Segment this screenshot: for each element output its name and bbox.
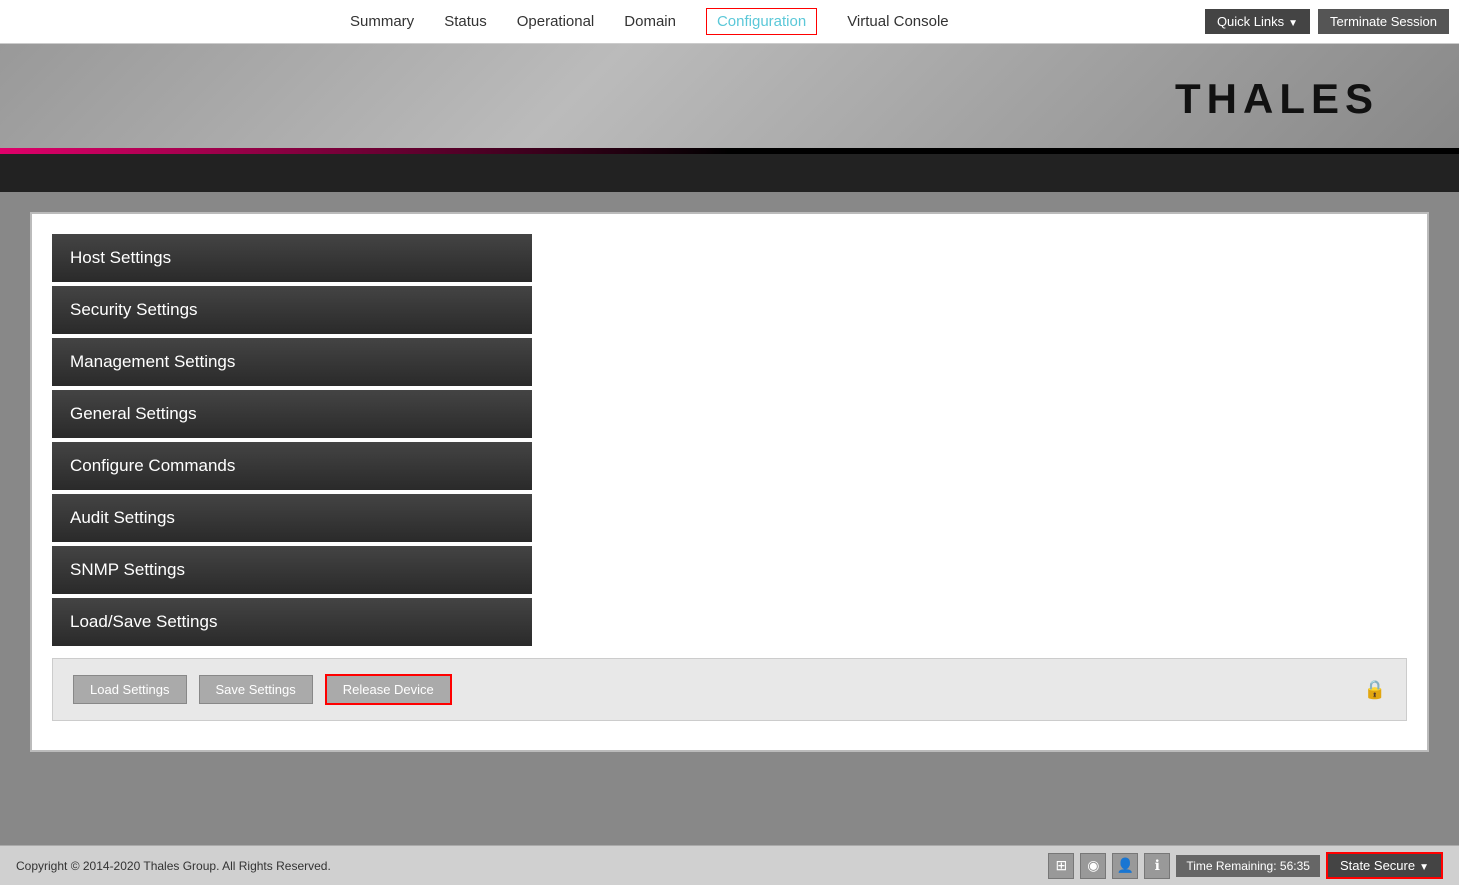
main-wrapper: Host Settings Security Settings Manageme… [0,192,1459,845]
person-icon[interactable]: 👤 [1112,853,1138,879]
time-remaining[interactable]: Time Remaining: 56:35 [1176,855,1320,877]
thales-logo: THALES [1175,75,1379,123]
content-box: Host Settings Security Settings Manageme… [30,212,1429,752]
top-nav: Summary Status Operational Domain Config… [0,0,1459,44]
nav-right-actions: Quick Links Terminate Session [1205,9,1449,34]
menu-load-save-settings[interactable]: Load/Save Settings [52,598,532,646]
state-secure-button[interactable]: State Secure [1326,852,1443,879]
menu-host-settings[interactable]: Host Settings [52,234,532,282]
load-settings-button[interactable]: Load Settings [73,675,187,704]
footer: Copyright © 2014-2020 Thales Group. All … [0,845,1459,885]
state-chevron-icon [1419,858,1429,873]
nav-domain[interactable]: Domain [624,13,676,30]
terminate-session-button[interactable]: Terminate Session [1318,9,1449,34]
header-stripe [0,148,1459,154]
copyright-text: Copyright © 2014-2020 Thales Group. All … [16,859,331,873]
dark-band [0,154,1459,192]
nav-operational[interactable]: Operational [517,13,595,30]
save-settings-button[interactable]: Save Settings [199,675,313,704]
chevron-down-icon [1288,14,1298,29]
quick-links-button[interactable]: Quick Links [1205,9,1310,34]
menu-general-settings[interactable]: General Settings [52,390,532,438]
sidebar-menu: Host Settings Security Settings Manageme… [52,234,532,646]
menu-configure-commands[interactable]: Configure Commands [52,442,532,490]
circle-icon[interactable]: ◉ [1080,853,1106,879]
menu-security-settings[interactable]: Security Settings [52,286,532,334]
header-area: THALES [0,44,1459,154]
nav-status[interactable]: Status [444,13,487,30]
nav-links: Summary Status Operational Domain Config… [350,8,949,35]
nav-summary[interactable]: Summary [350,13,414,30]
footer-right: ⊞ ◉ 👤 ℹ Time Remaining: 56:35 State Secu… [1048,852,1443,879]
lock-icon: 🔒 [1364,679,1386,700]
release-device-button[interactable]: Release Device [325,674,452,705]
menu-audit-settings[interactable]: Audit Settings [52,494,532,542]
action-bar: Load Settings Save Settings Release Devi… [52,658,1407,721]
nav-virtual-console[interactable]: Virtual Console [847,13,948,30]
menu-management-settings[interactable]: Management Settings [52,338,532,386]
info-icon[interactable]: ℹ [1144,853,1170,879]
nav-configuration[interactable]: Configuration [706,8,817,35]
grid-icon[interactable]: ⊞ [1048,853,1074,879]
menu-snmp-settings[interactable]: SNMP Settings [52,546,532,594]
